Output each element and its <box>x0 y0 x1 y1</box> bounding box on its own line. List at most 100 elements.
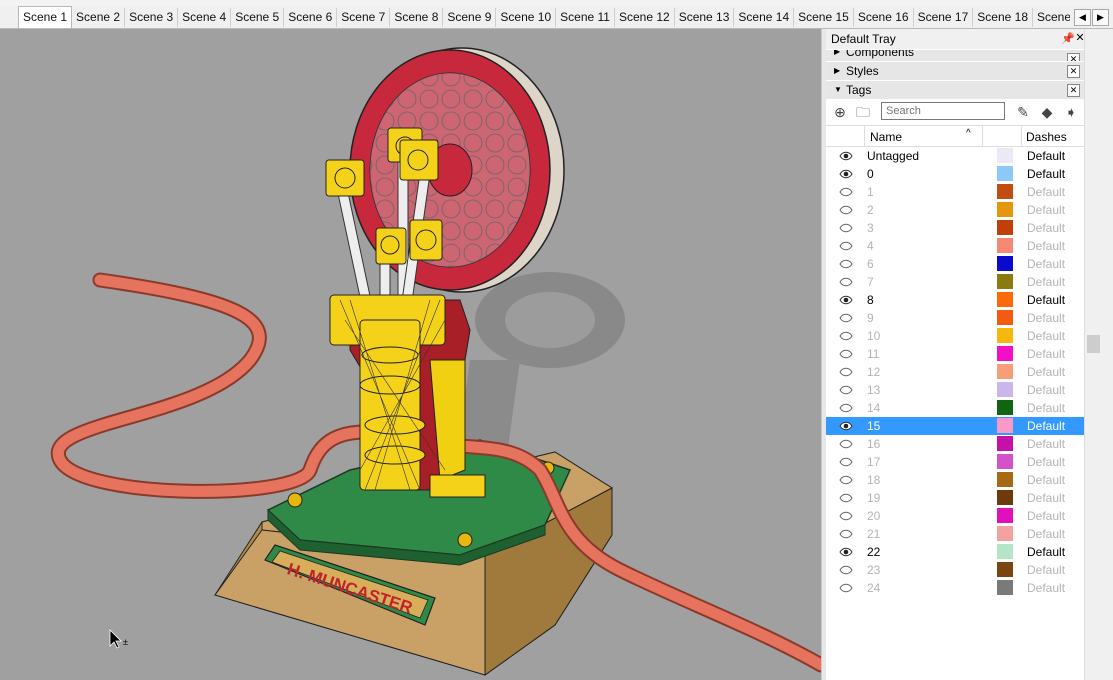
tag-row[interactable]: 15 Default <box>826 417 1084 435</box>
hidden-eye-icon[interactable] <box>839 510 853 522</box>
tray-section-tags[interactable]: ▼ Tags ✕ <box>826 80 1084 99</box>
tag-name[interactable]: 2 <box>867 203 874 217</box>
tag-name[interactable]: 20 <box>867 509 880 523</box>
hidden-eye-icon[interactable] <box>839 492 853 504</box>
hidden-eye-icon[interactable] <box>839 312 853 324</box>
tag-name[interactable]: 11 <box>867 347 879 361</box>
tag-color-swatch[interactable] <box>997 274 1013 289</box>
visible-eye-icon[interactable] <box>839 168 853 180</box>
tag-color-swatch[interactable] <box>997 418 1013 433</box>
tag-dashes[interactable]: Default <box>1027 311 1065 325</box>
hidden-eye-icon[interactable] <box>839 528 853 540</box>
tab-scene-17[interactable]: Scene 17 <box>914 8 974 27</box>
tag-dashes[interactable]: Default <box>1027 347 1065 361</box>
tag-color-swatch[interactable] <box>997 292 1013 307</box>
tag-color-swatch[interactable] <box>997 346 1013 361</box>
tag-dashes[interactable]: Default <box>1027 383 1065 397</box>
hidden-eye-icon[interactable] <box>839 330 853 342</box>
tag-name[interactable]: 3 <box>867 221 874 235</box>
tray-section-components[interactable]: ▶ Components ✕ <box>826 49 1084 61</box>
tag-row[interactable]: 19 Default <box>826 489 1084 507</box>
tag-dashes[interactable]: Default <box>1027 563 1065 577</box>
tag-dashes[interactable]: Default <box>1027 293 1065 307</box>
hidden-eye-icon[interactable] <box>839 384 853 396</box>
sort-ascending-icon[interactable]: ^ <box>966 128 971 139</box>
tab-scene-4[interactable]: Scene 4 <box>178 8 232 27</box>
tag-row[interactable]: 8 Default <box>826 291 1084 309</box>
tag-row[interactable]: 14 Default <box>826 399 1084 417</box>
tag-dashes[interactable]: Default <box>1027 185 1065 199</box>
tag-row[interactable]: 13 Default <box>826 381 1084 399</box>
tag-name[interactable]: Untagged <box>867 149 919 163</box>
tag-name[interactable]: 24 <box>867 581 880 595</box>
hidden-eye-icon[interactable] <box>839 564 853 576</box>
model-viewport[interactable]: H. MUNCASTER ± <box>0 29 821 680</box>
hidden-eye-icon[interactable] <box>839 402 853 414</box>
tab-scene-5[interactable]: Scene 5 <box>231 8 285 27</box>
close-icon[interactable]: ✕ <box>1067 53 1080 61</box>
tag-row[interactable]: 11 Default <box>826 345 1084 363</box>
hidden-eye-icon[interactable] <box>839 258 853 270</box>
hidden-eye-icon[interactable] <box>839 186 853 198</box>
tag-name[interactable]: 13 <box>867 383 880 397</box>
tag-row[interactable]: 23 Default <box>826 561 1084 579</box>
tab-scene-8[interactable]: Scene 8 <box>390 8 444 27</box>
hidden-eye-icon[interactable] <box>839 582 853 594</box>
tab-scene-6[interactable]: Scene 6 <box>284 8 338 27</box>
add-tag-icon[interactable]: ⊕ <box>831 103 849 121</box>
tag-row[interactable]: 6 Default <box>826 255 1084 273</box>
tag-row[interactable]: 12 Default <box>826 363 1084 381</box>
tag-dashes[interactable]: Default <box>1027 527 1065 541</box>
tag-color-swatch[interactable] <box>997 220 1013 235</box>
tag-color-swatch[interactable] <box>997 580 1013 595</box>
hidden-eye-icon[interactable] <box>839 204 853 216</box>
tab-scroll-left-button[interactable]: ◀ <box>1074 9 1091 26</box>
tab-scene-7[interactable]: Scene 7 <box>337 8 391 27</box>
tag-name[interactable]: 9 <box>867 311 874 325</box>
tag-name[interactable]: 18 <box>867 473 880 487</box>
add-tag-folder-icon[interactable]: 🗀 <box>854 103 872 121</box>
tag-row[interactable]: 10 Default <box>826 327 1084 345</box>
hidden-eye-icon[interactable] <box>839 438 853 450</box>
tag-dashes[interactable]: Default <box>1027 545 1065 559</box>
tag-dashes[interactable]: Default <box>1027 401 1065 415</box>
visible-eye-icon[interactable] <box>839 546 853 558</box>
visible-eye-icon[interactable] <box>839 150 853 162</box>
tag-dashes[interactable]: Default <box>1027 221 1065 235</box>
tag-dashes[interactable]: Default <box>1027 329 1065 343</box>
tag-row[interactable]: 7 Default <box>826 273 1084 291</box>
tag-color-swatch[interactable] <box>997 490 1013 505</box>
tag-color-swatch[interactable] <box>997 166 1013 181</box>
close-icon[interactable]: ✕ <box>1067 65 1080 78</box>
tag-row[interactable]: 20 Default <box>826 507 1084 525</box>
tag-name[interactable]: 14 <box>867 401 880 415</box>
tag-color-swatch[interactable] <box>997 562 1013 577</box>
hidden-eye-icon[interactable] <box>839 240 853 252</box>
tab-scene-1[interactable]: Scene 1 <box>18 6 73 28</box>
tag-color-swatch[interactable] <box>997 310 1013 325</box>
scrollbar-thumb[interactable] <box>1087 335 1100 353</box>
tag-name[interactable]: 12 <box>867 365 880 379</box>
tag-color-swatch[interactable] <box>997 544 1013 559</box>
tag-color-swatch[interactable] <box>997 382 1013 397</box>
tray-scrollbar[interactable] <box>1084 29 1113 680</box>
tag-dashes[interactable]: Default <box>1027 275 1065 289</box>
tab-scene-2[interactable]: Scene 2 <box>72 8 126 27</box>
hidden-eye-icon[interactable] <box>839 366 853 378</box>
tag-name[interactable]: 8 <box>867 293 874 307</box>
tag-dashes[interactable]: Default <box>1027 149 1065 163</box>
tag-color-swatch[interactable] <box>997 508 1013 523</box>
hidden-eye-icon[interactable] <box>839 456 853 468</box>
tag-name[interactable]: 19 <box>867 491 880 505</box>
tab-scene-13[interactable]: Scene 13 <box>675 8 735 27</box>
tag-dashes[interactable]: Default <box>1027 437 1065 451</box>
tag-name[interactable]: 0 <box>867 167 874 181</box>
tab-scene-16[interactable]: Scene 16 <box>854 8 914 27</box>
hidden-eye-icon[interactable] <box>839 276 853 288</box>
tag-name[interactable]: 23 <box>867 563 880 577</box>
tab-scene-11[interactable]: Scene 11 <box>556 8 615 27</box>
tab-scene-12[interactable]: Scene 12 <box>615 8 675 27</box>
tray-section-styles[interactable]: ▶ Styles ✕ <box>826 61 1084 80</box>
pencil-icon[interactable]: ✎ <box>1014 103 1032 121</box>
tag-color-swatch[interactable] <box>997 256 1013 271</box>
